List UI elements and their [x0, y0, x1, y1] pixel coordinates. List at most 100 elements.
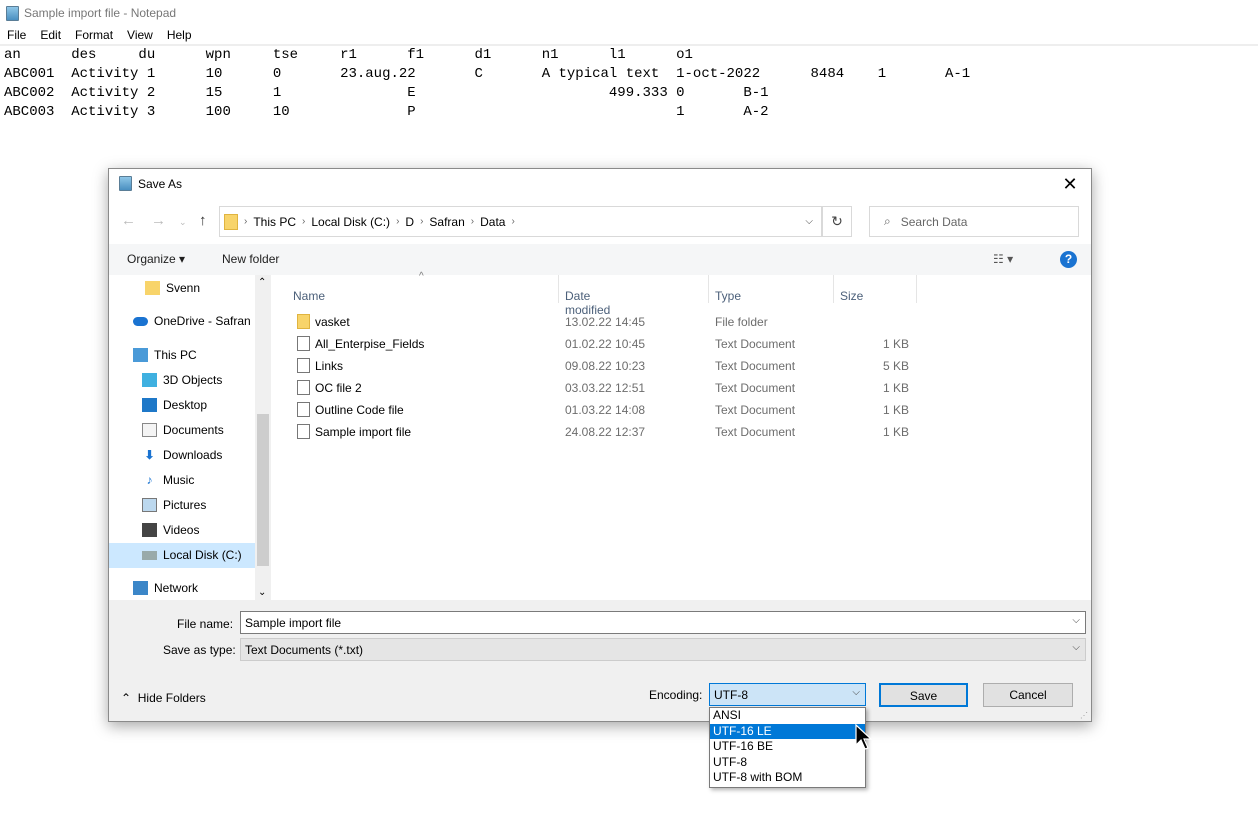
nav-item-videos[interactable]: Videos — [142, 519, 199, 541]
notepad-title: Sample import file - Notepad — [24, 6, 177, 20]
view-options-icon[interactable]: ☷ ▾ — [993, 252, 1013, 266]
document-icon — [142, 423, 157, 437]
mouse-cursor-icon — [855, 724, 873, 750]
close-button[interactable]: ✕ — [1055, 171, 1085, 197]
refresh-button[interactable]: ↻ — [822, 206, 852, 237]
text-file-icon — [297, 424, 310, 439]
menu-file[interactable]: File — [0, 26, 33, 44]
column-header-type[interactable]: Type — [715, 289, 741, 303]
chevron-right-icon: › — [244, 216, 248, 227]
file-row[interactable]: vasket 13.02.22 14:45 File folder — [277, 311, 977, 333]
file-row[interactable]: Links 09.08.22 10:23 Text Document 5 KB — [277, 355, 977, 377]
address-bar[interactable]: › This PC › Local Disk (C:) › D › Safran… — [219, 206, 822, 237]
organize-button[interactable]: Organize ▾ — [127, 252, 185, 266]
file-name-input[interactable]: Sample import file ⌵ — [240, 611, 1086, 634]
file-name: Outline Code file — [315, 403, 404, 417]
encoding-option-utf16be[interactable]: UTF-16 BE — [710, 739, 865, 755]
chevron-down-icon[interactable]: ⌵ — [1072, 615, 1080, 626]
breadcrumb-safran[interactable]: Safran — [429, 215, 464, 229]
text-file-icon — [297, 358, 310, 373]
file-type: Text Document — [715, 425, 796, 439]
recent-chevron-icon[interactable]: ⌄ — [179, 217, 187, 228]
nav-item-network[interactable]: Network — [133, 577, 198, 599]
file-name: OC file 2 — [315, 381, 362, 395]
help-icon[interactable]: ? — [1060, 251, 1077, 268]
nav-item-downloads[interactable]: ⬇ Downloads — [142, 444, 222, 466]
breadcrumb-this-pc[interactable]: This PC — [253, 215, 296, 229]
nav-item-3d-objects[interactable]: 3D Objects — [142, 369, 222, 391]
text-file-icon — [297, 402, 310, 417]
menu-view[interactable]: View — [120, 26, 160, 44]
encoding-option-ansi[interactable]: ANSI — [710, 708, 865, 724]
breadcrumb-data[interactable]: Data — [480, 215, 505, 229]
save-as-type-select[interactable]: Text Documents (*.txt) ⌵ — [240, 638, 1086, 661]
file-name-label: File name: — [177, 617, 234, 631]
nav-item-music[interactable]: ♪ Music — [142, 469, 195, 491]
cancel-button[interactable]: Cancel — [983, 683, 1073, 707]
desktop-icon — [142, 398, 157, 412]
file-row[interactable]: OC file 2 03.03.22 12:51 Text Document 1… — [277, 377, 977, 399]
encoding-option-utf8-bom[interactable]: UTF-8 with BOM — [710, 770, 865, 786]
nav-item-this-pc[interactable]: This PC — [133, 344, 197, 366]
file-row[interactable]: Sample import file 24.08.22 12:37 Text D… — [277, 421, 977, 443]
nav-item-onedrive[interactable]: OneDrive - Safran — [133, 310, 251, 332]
text-line: ABC003 Activity 3 100 10 P 1 A-2 — [4, 104, 769, 120]
notepad-text-area[interactable]: an des du wpn tse r1 f1 d1 n1 l1 o1 ABC00… — [4, 46, 970, 122]
new-folder-button[interactable]: New folder — [222, 252, 279, 266]
file-size: 1 KB — [882, 381, 909, 395]
file-name: Links — [315, 359, 344, 373]
file-date: 01.03.22 14:08 — [565, 403, 646, 417]
search-placeholder: Search Data — [900, 214, 968, 229]
file-date: 01.02.22 10:45 — [565, 337, 646, 351]
file-name: vasket — [315, 315, 350, 329]
nav-item-pictures[interactable]: Pictures — [142, 494, 206, 516]
drive-icon — [142, 550, 157, 560]
resize-grip-icon[interactable]: ⋰ — [1080, 711, 1088, 720]
column-header-size[interactable]: Size — [840, 289, 863, 303]
back-arrow-icon[interactable]: ← — [121, 212, 136, 229]
encoding-select[interactable]: UTF-8 ⌵ — [709, 683, 866, 706]
notepad-menu-bar: File Edit Format View Help — [0, 26, 199, 44]
menu-edit[interactable]: Edit — [33, 26, 68, 44]
network-icon — [133, 581, 148, 595]
nav-item-local-disk[interactable]: Local Disk (C:) — [142, 544, 242, 566]
cloud-icon — [133, 316, 148, 326]
text-file-icon — [297, 380, 310, 395]
save-as-type-label: Save as type: — [163, 643, 236, 657]
text-line: ABC002 Activity 2 15 1 E 499.333 0 B-1 — [4, 85, 769, 101]
file-date: 24.08.22 12:37 — [565, 425, 646, 439]
up-arrow-icon[interactable]: ↑ — [199, 212, 207, 229]
text-line: ABC001 Activity 1 10 0 23.aug.22 C A typ… — [4, 66, 971, 82]
chevron-down-icon[interactable]: ⌵ — [805, 216, 813, 227]
file-date: 13.02.22 14:45 — [565, 315, 646, 329]
toolbar: Organize ▾ New folder ☷ ▾ ? — [109, 244, 1091, 275]
scroll-up-icon[interactable]: ⌃ — [258, 277, 266, 288]
hide-folders-button[interactable]: ⌃ Hide Folders — [121, 691, 206, 705]
encoding-option-utf16le[interactable]: UTF-16 LE — [710, 723, 865, 739]
file-size: 1 KB — [882, 425, 909, 439]
nav-item-desktop[interactable]: Desktop — [142, 394, 207, 416]
encoding-option-utf8[interactable]: UTF-8 — [710, 755, 865, 771]
text-line: an des du wpn tse r1 f1 d1 n1 l1 o1 — [4, 47, 693, 63]
forward-arrow-icon[interactable]: → — [151, 212, 166, 229]
save-button[interactable]: Save — [879, 683, 968, 707]
search-input[interactable]: ⌕ Search Data — [869, 206, 1079, 237]
notepad-title-bar: Sample import file - Notepad — [6, 4, 176, 22]
nav-item-documents[interactable]: Documents — [142, 419, 224, 441]
column-divider — [916, 275, 917, 303]
scrollbar-thumb[interactable] — [257, 414, 269, 566]
column-header-name[interactable]: Name — [293, 289, 325, 303]
nav-item-svenn[interactable]: Svenn — [145, 277, 200, 299]
menu-help[interactable]: Help — [160, 26, 199, 44]
column-divider — [558, 275, 559, 303]
breadcrumb-local-disk[interactable]: Local Disk (C:) — [311, 215, 390, 229]
breadcrumb-d[interactable]: D — [405, 215, 414, 229]
file-row[interactable]: All_Enterpise_Fields 01.02.22 10:45 Text… — [277, 333, 977, 355]
search-icon: ⌕ — [884, 214, 891, 228]
scroll-down-icon[interactable]: ⌄ — [258, 587, 266, 598]
file-row[interactable]: Outline Code file 01.03.22 14:08 Text Do… — [277, 399, 977, 421]
sort-ascending-icon: ^ — [419, 271, 424, 282]
menu-format[interactable]: Format — [68, 26, 120, 44]
computer-icon — [133, 348, 148, 362]
column-divider — [708, 275, 709, 303]
